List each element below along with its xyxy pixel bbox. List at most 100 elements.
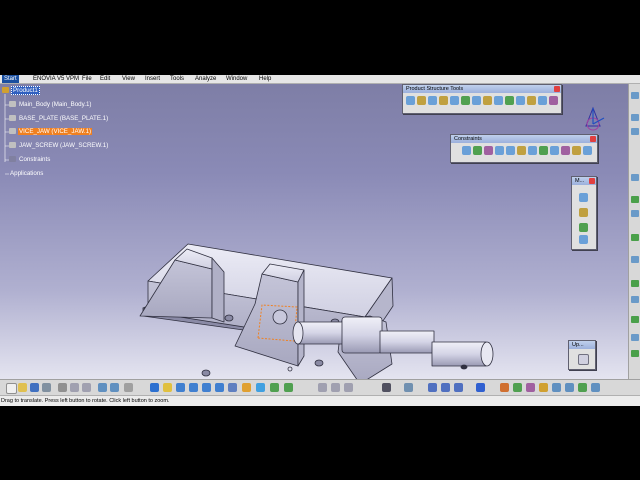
tool-icon[interactable] (505, 96, 514, 105)
redo-icon[interactable] (110, 383, 119, 392)
menu-window[interactable]: Window (226, 75, 247, 83)
menu-enovia[interactable]: ENOVIA V5 VPM (33, 75, 79, 83)
tool-icon[interactable] (631, 280, 639, 287)
shading-icon[interactable] (256, 383, 265, 392)
menu-insert[interactable]: Insert (145, 75, 160, 83)
tool-icon[interactable] (631, 92, 639, 99)
tool-icon[interactable] (516, 96, 525, 105)
measure-icon[interactable] (579, 193, 588, 202)
menu-tools[interactable]: Tools (170, 75, 184, 83)
tool-icon[interactable] (450, 96, 459, 105)
menu-file[interactable]: File (82, 75, 92, 83)
tool-icon[interactable] (461, 96, 470, 105)
tool-icon[interactable] (631, 334, 639, 341)
tool-icon[interactable] (500, 383, 509, 392)
vice-assembly-model[interactable] (0, 84, 628, 379)
close-icon[interactable] (590, 136, 596, 142)
tool-icon[interactable] (428, 383, 437, 392)
tool-icon[interactable] (462, 146, 471, 155)
tool-icon[interactable] (583, 146, 592, 155)
tool-icon[interactable] (517, 146, 526, 155)
tool-icon[interactable] (472, 96, 481, 105)
compass-tool-icon[interactable] (331, 383, 340, 392)
hide-show-icon[interactable] (270, 383, 279, 392)
close-icon[interactable] (554, 86, 560, 92)
update-icon[interactable] (578, 354, 589, 365)
copy-icon[interactable] (70, 383, 79, 392)
tool-icon[interactable] (539, 146, 548, 155)
undo-icon[interactable] (98, 383, 107, 392)
menu-analyze[interactable]: Analyze (195, 75, 216, 83)
tool-icon[interactable] (631, 234, 639, 241)
tool-icon[interactable] (476, 383, 485, 392)
3d-viewport[interactable]: Product1 Main_Body (Main_Body.1) BASE_PL… (0, 84, 628, 379)
iso-view-icon[interactable] (242, 383, 251, 392)
swap-space-icon[interactable] (284, 383, 293, 392)
catalog-icon[interactable] (318, 383, 327, 392)
tool-icon[interactable] (506, 146, 515, 155)
tool-icon[interactable] (578, 383, 587, 392)
tool-icon[interactable] (552, 383, 561, 392)
tool-icon[interactable] (565, 383, 574, 392)
tool-icon[interactable] (513, 383, 522, 392)
rotate-icon[interactable] (189, 383, 198, 392)
explode-icon[interactable] (344, 383, 353, 392)
tool-icon[interactable] (495, 146, 504, 155)
zoom-out-icon[interactable] (215, 383, 224, 392)
measure-icon[interactable] (579, 208, 588, 217)
tool-icon[interactable] (439, 96, 448, 105)
menu-start[interactable]: Start (2, 75, 19, 83)
normal-view-icon[interactable] (228, 383, 237, 392)
menu-help[interactable]: Help (259, 75, 271, 83)
tool-icon[interactable] (428, 96, 437, 105)
tool-icon[interactable] (631, 316, 639, 323)
tool-icon[interactable] (631, 174, 639, 181)
tool-icon[interactable] (631, 210, 639, 217)
tool-icon[interactable] (631, 296, 639, 303)
menu-view[interactable]: View (122, 75, 135, 83)
tool-icon[interactable] (483, 96, 492, 105)
tool-icon[interactable] (561, 146, 570, 155)
tool-icon[interactable] (454, 383, 463, 392)
tool-icon[interactable] (572, 146, 581, 155)
pan-icon[interactable] (176, 383, 185, 392)
measure-icon[interactable] (579, 235, 588, 244)
toolbar-title: Constraints (451, 135, 597, 143)
close-icon[interactable] (589, 178, 595, 184)
open-icon[interactable] (18, 383, 27, 392)
tool-icon[interactable] (417, 96, 426, 105)
tool-icon[interactable] (539, 383, 548, 392)
print-icon[interactable] (42, 383, 51, 392)
tool-icon[interactable] (631, 256, 639, 263)
tool-icon[interactable] (549, 96, 558, 105)
tool-icon[interactable] (527, 96, 536, 105)
new-icon[interactable] (6, 383, 17, 394)
bottom-toolbar (0, 379, 640, 396)
tool-icon[interactable] (631, 196, 639, 203)
scene-icon[interactable] (404, 383, 413, 392)
measure-icon[interactable] (579, 223, 588, 232)
paste-icon[interactable] (82, 383, 91, 392)
product-structure-toolbar: Product Structure Tools (402, 84, 562, 114)
save-icon[interactable] (30, 383, 39, 392)
tool-icon[interactable] (484, 146, 493, 155)
camera-icon[interactable] (382, 383, 391, 392)
tool-icon[interactable] (631, 128, 639, 135)
tool-icon[interactable] (528, 146, 537, 155)
tool-icon[interactable] (631, 114, 639, 121)
tool-icon[interactable] (441, 383, 450, 392)
help-icon[interactable] (124, 383, 133, 392)
tool-icon[interactable] (406, 96, 415, 105)
tool-icon[interactable] (591, 383, 600, 392)
fly-mode-icon[interactable] (150, 383, 159, 392)
cut-icon[interactable] (58, 383, 67, 392)
fit-all-icon[interactable] (163, 383, 172, 392)
tool-icon[interactable] (550, 146, 559, 155)
tool-icon[interactable] (538, 96, 547, 105)
tool-icon[interactable] (494, 96, 503, 105)
menu-edit[interactable]: Edit (100, 75, 110, 83)
tool-icon[interactable] (473, 146, 482, 155)
zoom-in-icon[interactable] (202, 383, 211, 392)
tool-icon[interactable] (526, 383, 535, 392)
tool-icon[interactable] (631, 350, 639, 357)
